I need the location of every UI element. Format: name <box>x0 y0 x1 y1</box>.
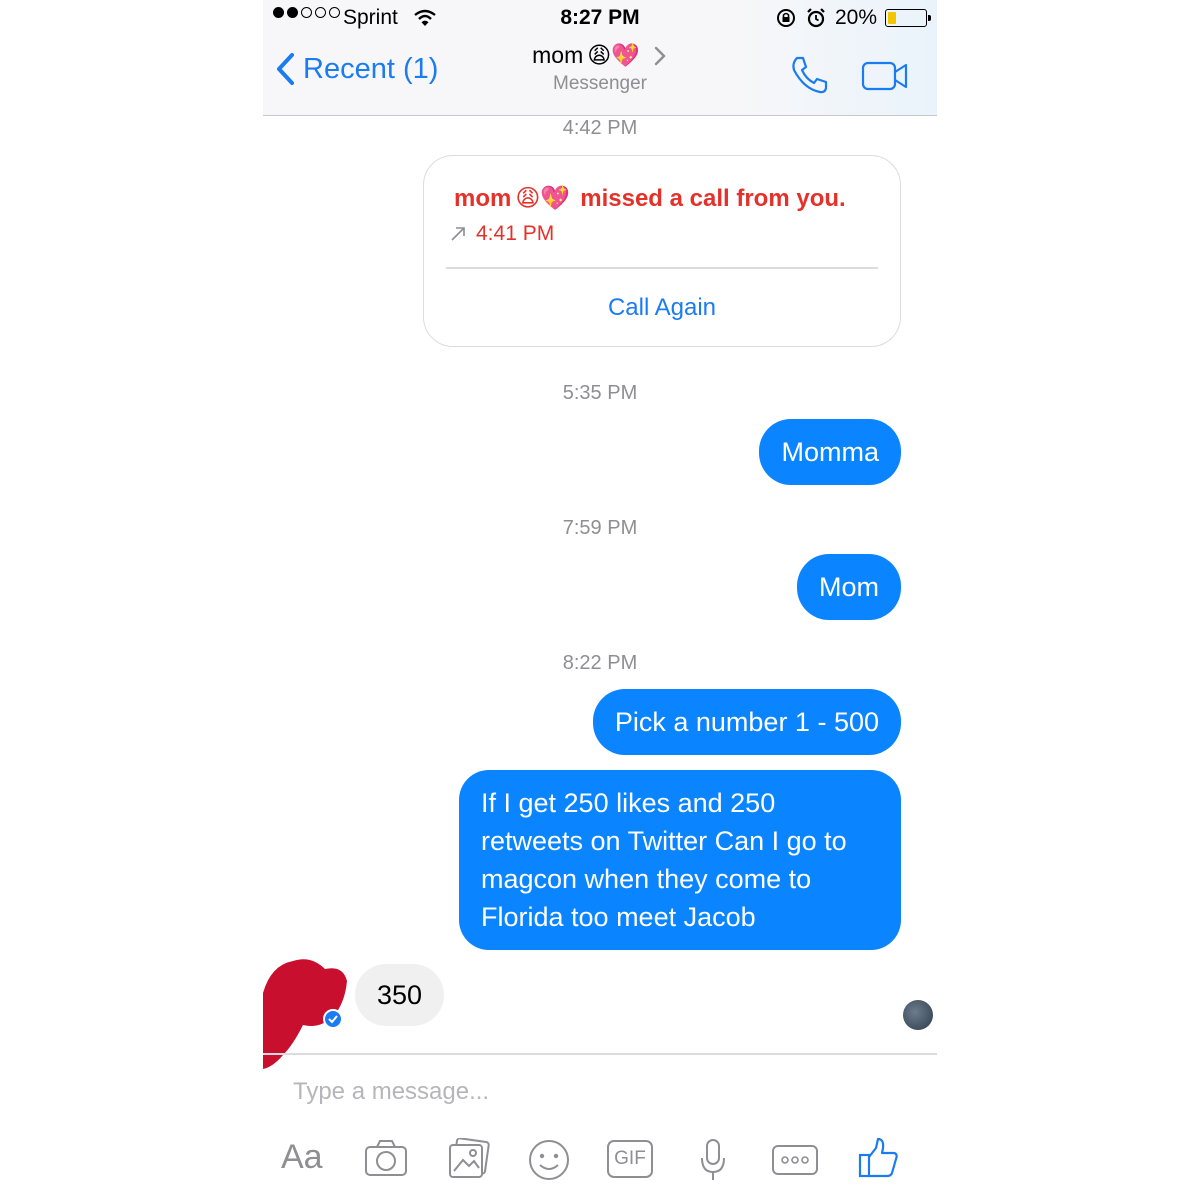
battery-level <box>888 12 896 24</box>
battery-percent: 20% <box>834 6 877 29</box>
conversation-title[interactable]: mom 😩💖 Messenger <box>263 42 937 95</box>
alarm-icon <box>807 8 825 28</box>
status-bar: Sprint 8:27 PM 20% <box>263 0 937 38</box>
text-format-button[interactable]: Aa <box>281 1138 323 1177</box>
composer-divider <box>263 1053 937 1055</box>
missed-call-emoji: 😩💖 <box>515 185 571 212</box>
card-divider <box>446 267 878 269</box>
missed-call-text: mom 😩💖 missed a call from you. <box>454 184 846 213</box>
status-right-group: 20% <box>775 6 931 30</box>
missed-call-message: missed a call from you. <box>580 184 846 212</box>
outgoing-message[interactable]: If I get 250 likes and 250 retweets on T… <box>459 770 901 950</box>
like-icon[interactable] <box>857 1136 901 1180</box>
composer-toolbar: Aa GIF <box>263 1130 937 1190</box>
missed-call-time: 4:41 PM <box>476 222 555 245</box>
emoji-icon[interactable] <box>527 1138 571 1182</box>
mic-icon[interactable] <box>699 1138 727 1182</box>
call-again-button[interactable]: Call Again <box>424 294 900 322</box>
gif-button[interactable]: GIF <box>607 1140 653 1178</box>
phone-call-icon[interactable] <box>788 54 830 96</box>
missed-call-name: mom <box>454 184 512 212</box>
chevron-right-icon <box>654 46 666 65</box>
photo-icon[interactable] <box>447 1138 491 1180</box>
messenger-screen: Sprint 8:27 PM 20% Recent (1) mom 😩💖 Mes… <box>263 0 937 1200</box>
outgoing-message[interactable]: Momma <box>759 419 901 485</box>
contact-emoji: 😩💖 <box>587 42 640 68</box>
contact-name: mom <box>532 42 584 68</box>
camera-icon[interactable] <box>363 1138 409 1178</box>
navigation-bar: Sprint 8:27 PM 20% Recent (1) mom 😩💖 Mes… <box>263 0 937 116</box>
more-icon[interactable] <box>771 1144 819 1176</box>
outgoing-arrow-icon <box>451 227 465 241</box>
missed-call-time-row: 4:41 PM <box>450 222 554 246</box>
battery-icon <box>885 9 931 27</box>
conversation-subtitle: Messenger <box>553 73 647 94</box>
timestamp: 4:42 PM <box>562 117 638 139</box>
rotation-lock-icon <box>776 9 795 27</box>
seen-avatar <box>903 1000 933 1030</box>
timestamp: 7:59 PM <box>562 517 638 539</box>
outgoing-message[interactable]: Mom <box>797 554 901 620</box>
incoming-message[interactable]: 350 <box>355 964 445 1026</box>
outgoing-message[interactable]: Pick a number 1 - 500 <box>592 689 901 755</box>
timestamp: 8:22 PM <box>562 652 638 674</box>
timestamp: 5:35 PM <box>562 382 638 404</box>
video-call-icon[interactable] <box>861 60 909 92</box>
missed-call-card: mom 😩💖 missed a call from you. 4:41 PM C… <box>423 155 901 347</box>
message-input[interactable]: Type a message... <box>293 1078 489 1106</box>
